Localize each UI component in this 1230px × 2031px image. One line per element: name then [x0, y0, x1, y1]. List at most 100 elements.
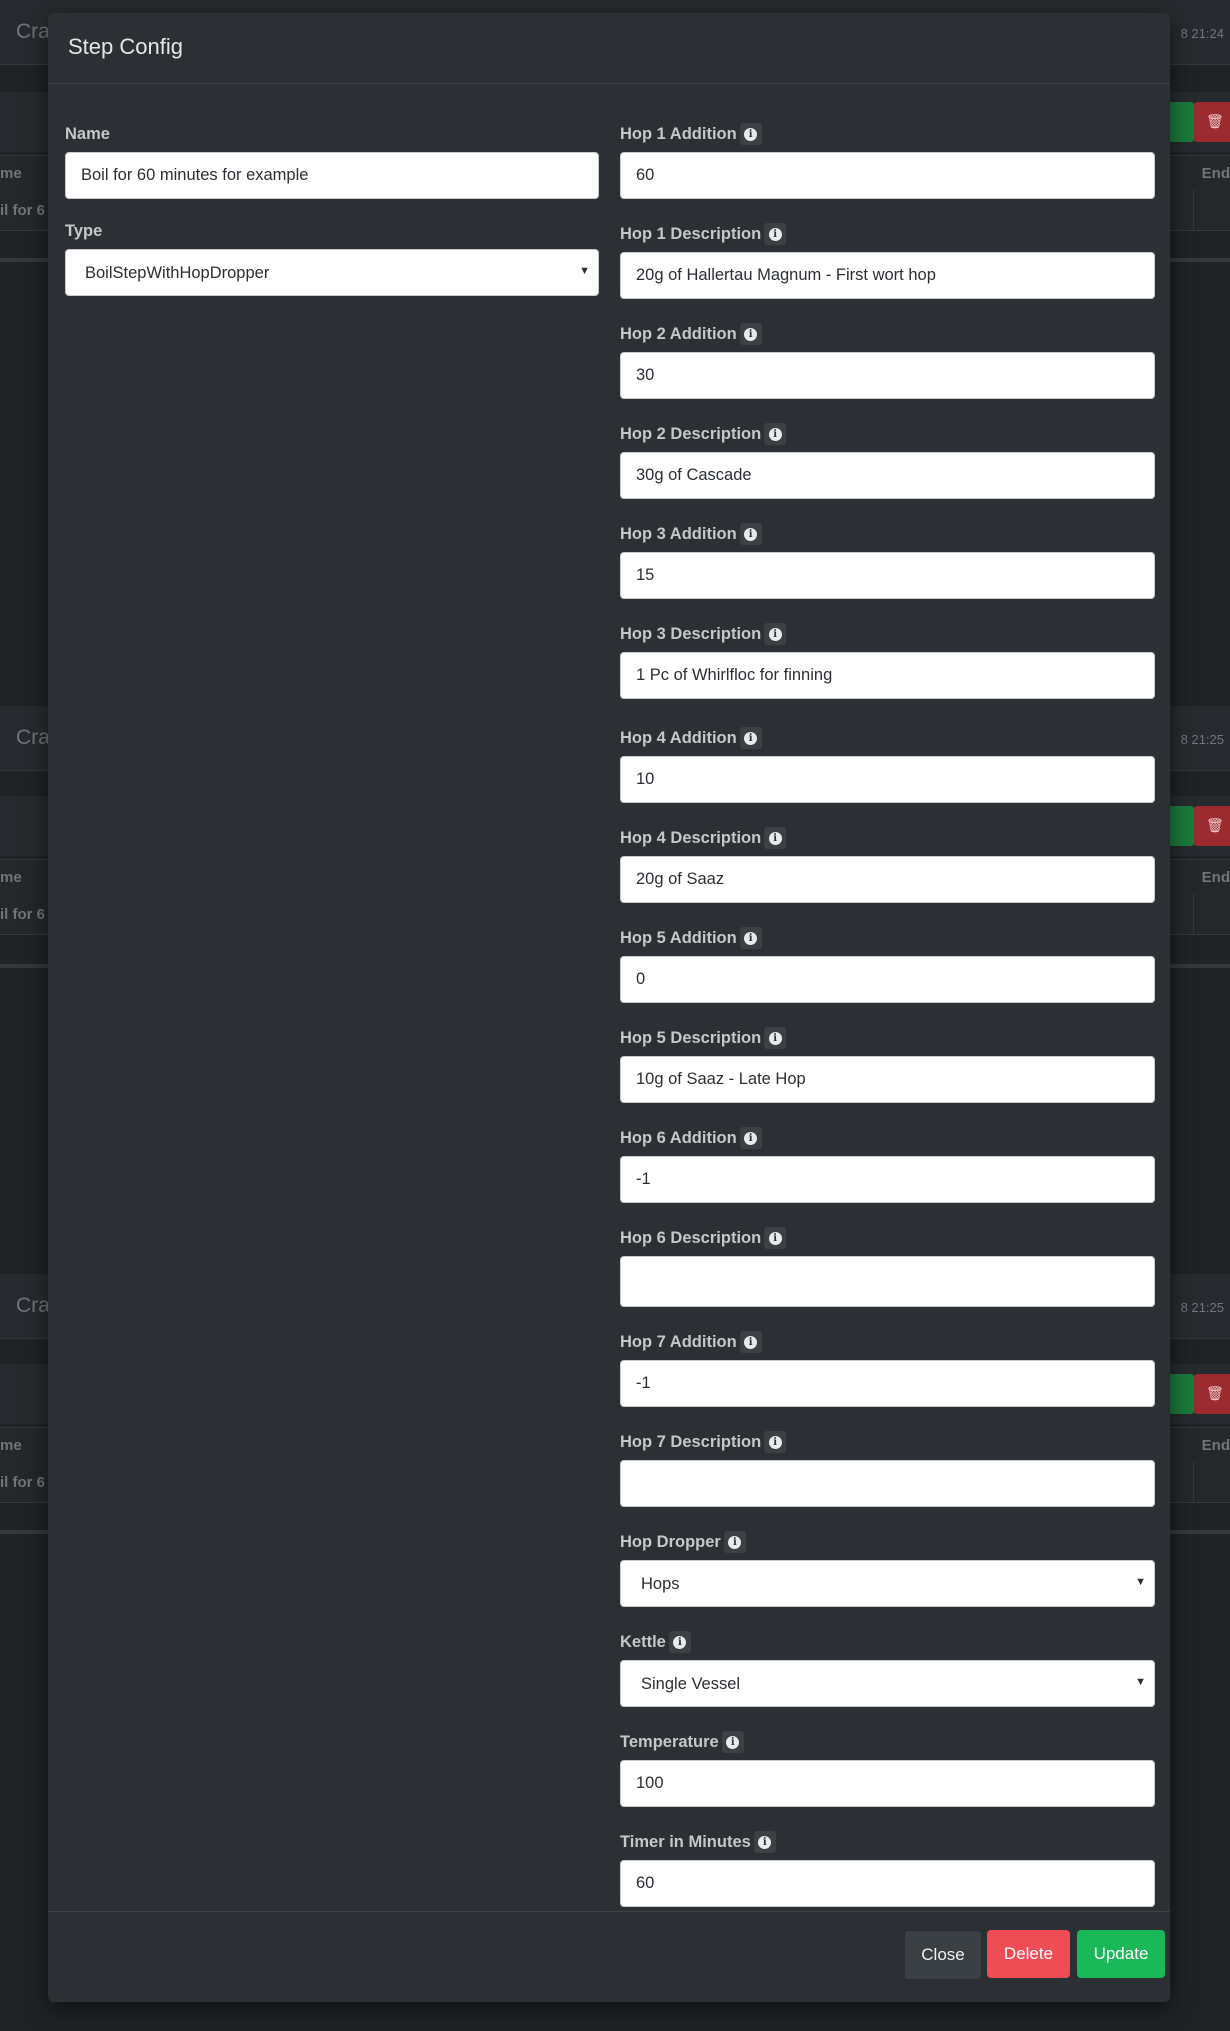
info-icon[interactable]: i	[723, 1531, 746, 1553]
info-icon[interactable]: i	[739, 123, 762, 145]
hop-3-description-field: Hop 3 Description i	[620, 620, 1155, 699]
type-select[interactable]: BoilStepWithHopDropper ▼	[65, 249, 599, 296]
hop-4-description-input[interactable]	[620, 856, 1155, 903]
hop-7-description-field: Hop 7 Description i	[620, 1428, 1155, 1507]
info-icon[interactable]: i	[739, 1331, 762, 1353]
bg-panel-title: Cra	[16, 726, 50, 749]
field-label: Hop 3 Description	[620, 624, 762, 643]
hop-6-description-field: Hop 6 Description i	[620, 1224, 1155, 1307]
hop-1-description-field: Hop 1 Description i	[620, 220, 1155, 299]
hop-2-description-input[interactable]	[620, 452, 1155, 499]
field-label: Hop 7 Description	[620, 1432, 762, 1451]
timer-field: Timer in Minutes i	[620, 1828, 1155, 1907]
field-label: Hop 2 Description	[620, 424, 762, 443]
name-label: Name	[65, 124, 110, 143]
field-label: Hop 5 Addition	[620, 928, 737, 947]
type-label: Type	[65, 221, 103, 240]
kettle-value: Single Vessel	[641, 1675, 741, 1693]
info-icon[interactable]: i	[739, 1127, 762, 1149]
hop-5-description-field: Hop 5 Description i	[620, 1024, 1155, 1103]
info-icon[interactable]: i	[764, 423, 787, 445]
update-button[interactable]: Update	[1077, 1930, 1165, 1978]
info-icon[interactable]: i	[753, 1831, 776, 1853]
modal-footer: Close Delete Update	[48, 1911, 1170, 2002]
info-icon[interactable]: i	[739, 927, 762, 949]
field-label: Hop 7 Addition	[620, 1332, 737, 1351]
bg-panel-title: Cra	[16, 20, 50, 43]
hop-1-addition-input[interactable]	[620, 152, 1155, 199]
modal-header: Step Config	[48, 13, 1170, 84]
name-field: Name	[65, 120, 599, 199]
info-icon[interactable]: i	[739, 727, 762, 749]
hop-dropper-value: Hops	[641, 1575, 680, 1593]
temperature-input[interactable]	[620, 1760, 1155, 1807]
step-config-modal: Step Config Name Type BoilStepWithHopDro…	[48, 13, 1170, 2002]
hop-6-description-input[interactable]	[620, 1256, 1155, 1307]
bg-delete-button: 🗑	[1194, 806, 1230, 846]
chevron-down-icon: ▼	[1135, 1576, 1146, 1588]
field-label: Hop 1 Addition	[620, 124, 737, 143]
modal-title: Step Config	[68, 34, 183, 59]
field-label: Timer in Minutes	[620, 1832, 751, 1851]
hop-2-addition-field: Hop 2 Addition i	[620, 320, 1155, 399]
type-select-value: BoilStepWithHopDropper	[85, 264, 270, 282]
info-icon[interactable]: i	[764, 623, 787, 645]
hop-6-addition-input[interactable]	[620, 1156, 1155, 1203]
hop-dropper-field: Hop Dropper i Hops ▼	[620, 1528, 1155, 1607]
field-label: Temperature	[620, 1732, 719, 1751]
field-label: Hop 5 Description	[620, 1028, 762, 1047]
info-icon[interactable]: i	[739, 523, 762, 545]
modal-body: Name Type BoilStepWithHopDropper ▼ Hop 1…	[48, 84, 1170, 1912]
hop-3-description-input[interactable]	[620, 652, 1155, 699]
hop-5-addition-input[interactable]	[620, 956, 1155, 1003]
hop-7-addition-field: Hop 7 Addition i	[620, 1328, 1155, 1407]
info-icon[interactable]: i	[739, 323, 762, 345]
field-label: Hop 4 Description	[620, 828, 762, 847]
trash-icon: 🗑	[1206, 113, 1224, 129]
field-label: Hop 6 Addition	[620, 1128, 737, 1147]
chevron-down-icon: ▼	[1135, 1676, 1146, 1688]
hop-3-addition-input[interactable]	[620, 552, 1155, 599]
hop-1-description-input[interactable]	[620, 252, 1155, 299]
name-input[interactable]	[65, 152, 599, 199]
info-icon[interactable]: i	[764, 827, 787, 849]
timer-input[interactable]	[620, 1860, 1155, 1907]
temperature-field: Temperature i	[620, 1728, 1155, 1807]
bg-panel-time: 8 21:24	[1180, 26, 1224, 41]
hop-4-addition-field: Hop 4 Addition i	[620, 724, 1155, 803]
hop-2-addition-input[interactable]	[620, 352, 1155, 399]
info-icon[interactable]: i	[764, 1431, 787, 1453]
info-icon[interactable]: i	[764, 1227, 787, 1249]
hop-1-addition-field: Hop 1 Addition i	[620, 120, 1155, 199]
info-icon[interactable]: i	[764, 1027, 787, 1049]
kettle-select[interactable]: Single Vessel ▼	[620, 1660, 1155, 1707]
hop-dropper-select[interactable]: Hops ▼	[620, 1560, 1155, 1607]
field-label: Kettle	[620, 1632, 666, 1651]
bg-delete-button: 🗑	[1194, 1374, 1230, 1414]
field-label: Hop 4 Addition	[620, 728, 737, 747]
field-label: Hop Dropper	[620, 1532, 721, 1551]
chevron-down-icon: ▼	[579, 265, 590, 277]
info-icon[interactable]: i	[764, 223, 787, 245]
hop-5-description-input[interactable]	[620, 1056, 1155, 1103]
hop-7-description-input[interactable]	[620, 1460, 1155, 1507]
bg-panel-time: 8 21:25	[1180, 1300, 1224, 1315]
bg-panel-title: Cra	[16, 1294, 50, 1317]
field-label: Hop 3 Addition	[620, 524, 737, 543]
hop-5-addition-field: Hop 5 Addition i	[620, 924, 1155, 1003]
info-icon[interactable]: i	[721, 1731, 744, 1753]
field-label: Hop 6 Description	[620, 1228, 762, 1247]
delete-button[interactable]: Delete	[987, 1930, 1070, 1978]
bg-panel-time: 8 21:25	[1180, 732, 1224, 747]
field-label: Hop 1 Description	[620, 224, 762, 243]
close-button[interactable]: Close	[904, 1930, 982, 1980]
info-icon[interactable]: i	[668, 1631, 691, 1653]
type-field: Type BoilStepWithHopDropper ▼	[65, 217, 599, 296]
hop-3-addition-field: Hop 3 Addition i	[620, 520, 1155, 599]
hop-4-addition-input[interactable]	[620, 756, 1155, 803]
hop-2-description-field: Hop 2 Description i	[620, 420, 1155, 499]
trash-icon: 🗑	[1206, 1385, 1224, 1401]
hop-7-addition-input[interactable]	[620, 1360, 1155, 1407]
kettle-field: Kettle i Single Vessel ▼	[620, 1628, 1155, 1707]
field-label: Hop 2 Addition	[620, 324, 737, 343]
